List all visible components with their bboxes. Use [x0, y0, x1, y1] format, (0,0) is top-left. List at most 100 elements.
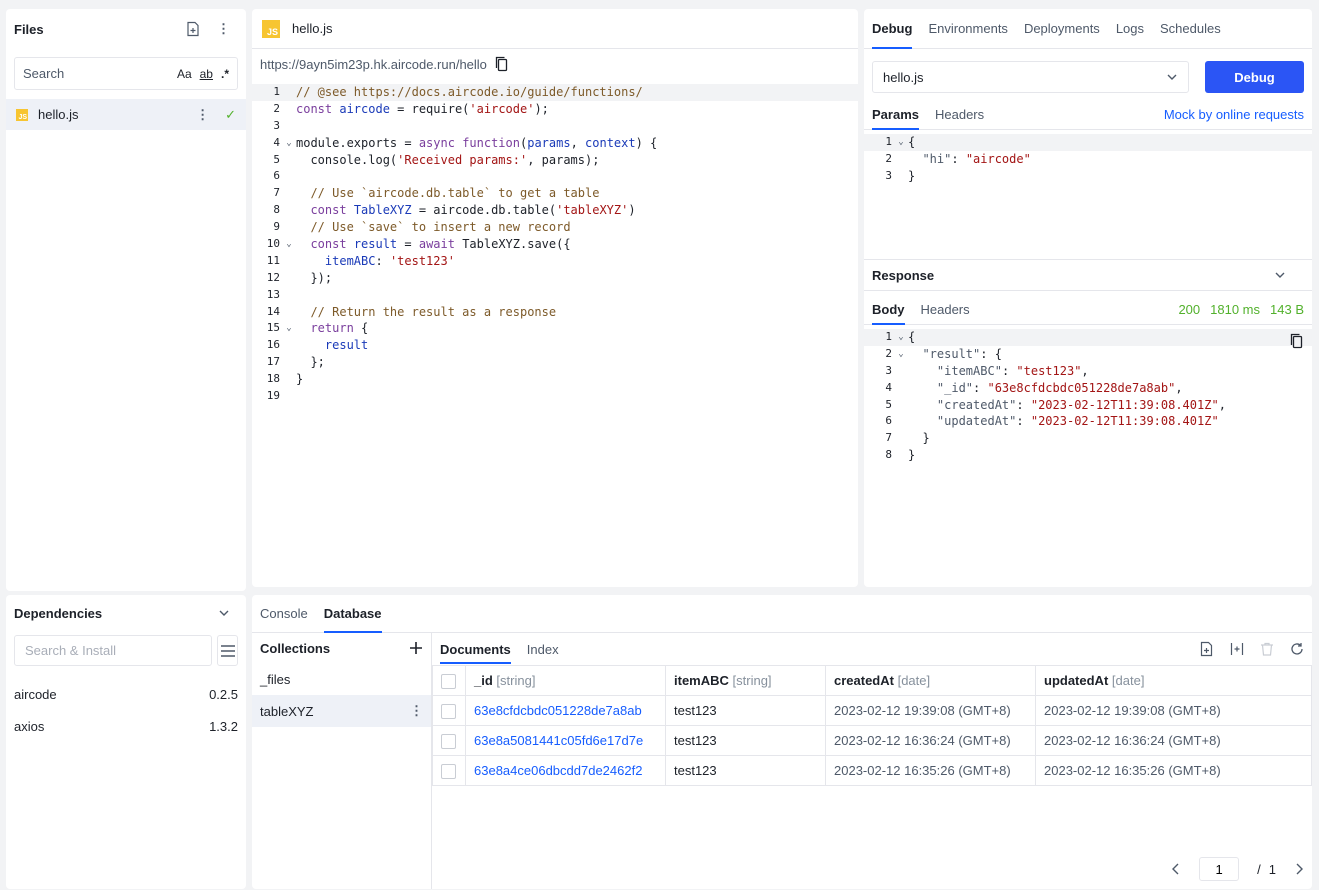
- mock-online-requests-link[interactable]: Mock by online requests: [1164, 107, 1304, 122]
- code-line[interactable]: 19: [252, 388, 858, 405]
- code-line[interactable]: 1 ⌄{: [864, 329, 1312, 346]
- column-header-id[interactable]: _id [string]: [465, 665, 666, 696]
- table-row[interactable]: 63e8a4ce06dbcdd7de2462f2 test123 2023-02…: [432, 755, 1312, 786]
- page-input[interactable]: [1199, 857, 1240, 881]
- fold-chevron-icon[interactable]: ⌄: [894, 346, 908, 363]
- add-document-icon[interactable]: [1200, 641, 1214, 657]
- row-checkbox[interactable]: [441, 763, 456, 779]
- match-word-toggle[interactable]: ab: [200, 67, 213, 81]
- collection-item-tablexyz[interactable]: tableXYZ ⋮: [252, 695, 431, 727]
- fold-chevron-icon[interactable]: ⌄: [894, 329, 908, 346]
- cell-createdat[interactable]: 2023-02-12 19:39:08 (GMT+8): [825, 695, 1036, 726]
- match-case-toggle[interactable]: Aa: [177, 67, 192, 81]
- tab-body[interactable]: Body: [872, 295, 905, 325]
- cell-updatedat[interactable]: 2023-02-12 16:35:26 (GMT+8): [1035, 755, 1312, 786]
- code-line[interactable]: 7 }: [864, 430, 1312, 447]
- code-line[interactable]: 9 // Use `save` to insert a new record: [252, 219, 858, 236]
- dependency-search-input[interactable]: [14, 635, 212, 666]
- code-line[interactable]: 7 // Use `aircode.db.table` to get a tab…: [252, 185, 858, 202]
- code-line[interactable]: 12 });: [252, 270, 858, 287]
- tab-console[interactable]: Console: [260, 595, 308, 633]
- table-row[interactable]: 63e8a5081441c05fd6e17d7e test123 2023-02…: [432, 725, 1312, 756]
- next-page-icon[interactable]: [1294, 863, 1304, 875]
- tab-logs[interactable]: Logs: [1116, 9, 1144, 49]
- add-column-icon[interactable]: [1230, 642, 1244, 656]
- file-item-hello-js[interactable]: JS hello.js ⋮ ✓: [6, 99, 246, 130]
- dependency-row[interactable]: aircode 0.2.5: [6, 678, 246, 710]
- tab-documents[interactable]: Documents: [440, 634, 511, 664]
- cell-updatedat[interactable]: 2023-02-12 19:39:08 (GMT+8): [1035, 695, 1312, 726]
- tab-schedules[interactable]: Schedules: [1160, 9, 1221, 49]
- fold-chevron-icon[interactable]: ⌄: [282, 236, 296, 253]
- tab-headers[interactable]: Headers: [935, 100, 984, 130]
- code-line[interactable]: 18}: [252, 371, 858, 388]
- response-editor[interactable]: 1 ⌄{2 ⌄ "result": {3 "itemABC": "test123",…: [864, 329, 1312, 464]
- tab-index[interactable]: Index: [527, 634, 559, 664]
- row-checkbox[interactable]: [441, 703, 456, 719]
- code-line[interactable]: 6: [252, 168, 858, 185]
- tab-debug[interactable]: Debug: [872, 9, 913, 49]
- code-line[interactable]: 8 const TableXYZ = aircode.db.table('tab…: [252, 202, 858, 219]
- code-line[interactable]: 2 const aircode = require('aircode');: [252, 101, 858, 118]
- collection-more-icon[interactable]: ⋮: [410, 703, 423, 719]
- dependency-row[interactable]: axios 1.3.2: [6, 710, 246, 742]
- document-id[interactable]: 63e8a5081441c05fd6e17d7e: [465, 725, 666, 756]
- copy-icon[interactable]: [495, 56, 509, 72]
- copy-icon[interactable]: [1290, 333, 1304, 349]
- code-line[interactable]: 4 "_id": "63e8cfdcbdc051228de7a8ab",: [864, 380, 1312, 397]
- code-line[interactable]: 5 "createdAt": "2023-02-12T11:39:08.401Z…: [864, 397, 1312, 414]
- code-editor[interactable]: 1 // @see https://docs.aircode.io/guide/f…: [252, 84, 858, 405]
- table-row[interactable]: 63e8cfdcbdc051228de7a8ab test123 2023-02…: [432, 695, 1312, 726]
- fold-chevron-icon[interactable]: ⌄: [894, 134, 908, 151]
- tab-response-headers[interactable]: Headers: [921, 295, 970, 325]
- fold-chevron-icon[interactable]: ⌄: [282, 320, 296, 337]
- column-header-updatedat[interactable]: updatedAt [date]: [1035, 665, 1312, 696]
- document-id[interactable]: 63e8a4ce06dbcdd7de2462f2: [465, 755, 666, 786]
- column-header-createdat[interactable]: createdAt [date]: [825, 665, 1036, 696]
- code-line[interactable]: 15 ⌄ return {: [252, 320, 858, 337]
- code-line[interactable]: 6 "updatedAt": "2023-02-12T11:39:08.401Z…: [864, 413, 1312, 430]
- cell-createdat[interactable]: 2023-02-12 16:36:24 (GMT+8): [825, 725, 1036, 756]
- column-header-itemabc[interactable]: itemABC [string]: [665, 665, 826, 696]
- select-all-checkbox[interactable]: [441, 673, 456, 689]
- function-select[interactable]: hello.js: [872, 61, 1189, 93]
- chevron-down-icon[interactable]: [218, 607, 230, 619]
- tab-database[interactable]: Database: [323, 595, 382, 633]
- debug-button[interactable]: Debug: [1205, 61, 1304, 93]
- code-line[interactable]: 4 ⌄ module.exports = async function(params…: [252, 135, 858, 152]
- fold-chevron-icon[interactable]: ⌄: [282, 135, 296, 152]
- tab-environments[interactable]: Environments: [928, 9, 1007, 49]
- cell-createdat[interactable]: 2023-02-12 16:35:26 (GMT+8): [825, 755, 1036, 786]
- code-line[interactable]: 17 };: [252, 354, 858, 371]
- row-checkbox[interactable]: [441, 733, 456, 749]
- dependencies-header[interactable]: Dependencies: [6, 598, 246, 628]
- params-editor[interactable]: 1 ⌄{2 "hi": "aircode" 3}: [864, 134, 1312, 259]
- code-line[interactable]: 8}: [864, 447, 1312, 464]
- menu-icon[interactable]: [217, 635, 238, 666]
- function-url[interactable]: https://9ayn5im23p.hk.aircode.run/hello: [260, 57, 487, 72]
- code-line[interactable]: 5 console.log('Received params:', params…: [252, 152, 858, 169]
- collection-item-files[interactable]: _files: [252, 663, 431, 695]
- regex-toggle[interactable]: .*: [221, 67, 229, 81]
- response-header[interactable]: Response: [864, 259, 1312, 291]
- code-line[interactable]: 1 // @see https://docs.aircode.io/guide/f…: [252, 84, 858, 101]
- code-line[interactable]: 10 ⌄ const result = await TableXYZ.save({: [252, 236, 858, 253]
- code-line[interactable]: 1 ⌄{: [864, 134, 1312, 151]
- code-line[interactable]: 13: [252, 287, 858, 304]
- chevron-down-icon[interactable]: [1274, 269, 1286, 281]
- cell-itemabc[interactable]: test123: [665, 725, 826, 756]
- prev-page-icon[interactable]: [1171, 863, 1181, 875]
- code-line[interactable]: 16 result: [252, 337, 858, 354]
- cell-updatedat[interactable]: 2023-02-12 16:36:24 (GMT+8): [1035, 725, 1312, 756]
- code-line[interactable]: 3 "itemABC": "test123",: [864, 363, 1312, 380]
- tab-params[interactable]: Params: [872, 100, 919, 130]
- refresh-icon[interactable]: [1290, 642, 1304, 656]
- code-line[interactable]: 3}: [864, 168, 1312, 185]
- cell-itemabc[interactable]: test123: [665, 755, 826, 786]
- file-search-input[interactable]: [23, 66, 169, 81]
- code-line[interactable]: 3: [252, 118, 858, 135]
- delete-icon[interactable]: [1260, 642, 1274, 656]
- more-vertical-icon[interactable]: ⋮: [217, 21, 230, 37]
- editor-tab-hello-js[interactable]: hello.js: [292, 21, 332, 36]
- code-line[interactable]: 14 // Return the result as a response: [252, 304, 858, 321]
